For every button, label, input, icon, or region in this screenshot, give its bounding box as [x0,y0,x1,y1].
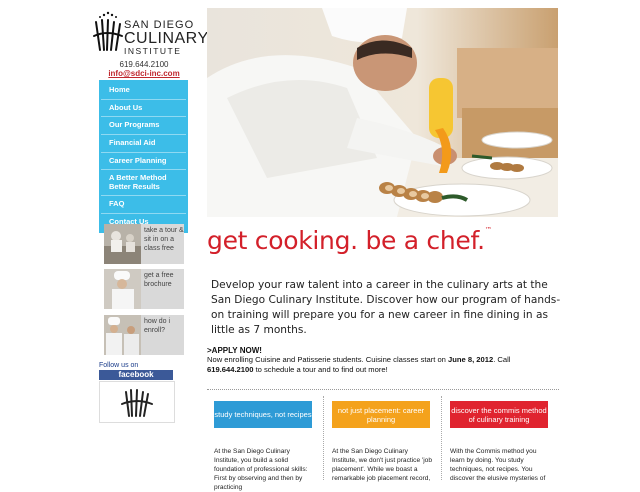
logo[interactable]: SAN DIEGO CULINARY INSTITUTE [90,8,208,60]
sidebar-nav: Home About Us Our Programs Financial Aid… [99,80,188,233]
tagline: get cooking. be a chef.™ [207,226,492,255]
nav-item-better-method[interactable]: A Better Method Better Results [101,170,186,197]
chef-logo-icon [93,11,123,51]
email-link[interactable]: info@sdci-inc.com [100,69,188,78]
facebook-link[interactable]: facebook [99,370,173,380]
promo-tour[interactable]: take a tour & sit in on a class free [104,224,184,264]
enrollment-text: Now enrolling Cuisine and Patisserie stu… [207,355,557,375]
study-techniques-button[interactable]: study techniques, not recipes [214,401,312,428]
class-start-date: June 8, 2012 [448,355,494,364]
commis-method-text: With the Commis method you learn by doin… [450,448,546,482]
nav-item-about-us[interactable]: About Us [101,100,186,118]
enroll-text-mid: . Call [493,355,511,364]
enroll-phone: 619.644.2100 [207,365,254,374]
promo-brochure[interactable]: get a free brochure [104,269,184,309]
promo-enroll[interactable]: how do i enroll? [104,315,184,355]
promo-enroll-label: how do i enroll? [144,318,171,334]
enroll-text-before: Now enrolling Cuisine and Patisserie stu… [207,355,449,364]
column-divider [441,396,442,480]
apply-now-heading[interactable]: >APPLY NOW! [207,346,262,355]
chef-brochure-thumbnail [104,269,141,309]
logo-wordmark: SAN DIEGO CULINARY INSTITUTE [124,20,209,56]
chef-plating-photo [207,8,558,217]
intro-paragraph: Develop your raw talent into a career in… [211,279,561,336]
career-planning-button[interactable]: not just placement: career planning [332,401,430,428]
promo-brochure-label: get a free brochure [144,272,174,288]
section-divider [207,389,559,390]
nav-item-career-planning[interactable]: Career Planning [101,153,186,171]
nav-item-financial-aid[interactable]: Financial Aid [101,135,186,153]
enroll-text-after: to schedule a tour and to find out more! [253,365,388,374]
column-divider [323,396,324,480]
chef-logo-icon [121,389,153,417]
phone-number: 619.644.2100 [119,60,169,69]
kitchen-class-thumbnail [104,224,141,264]
commis-method-button[interactable]: discover the commis method of culinary t… [450,401,548,428]
logo-line-2: CULINARY [124,30,209,47]
study-techniques-text: At the San Diego Culinary Institute, you… [214,448,308,491]
nav-item-our-programs[interactable]: Our Programs [101,117,186,135]
chef-enroll-thumbnail [104,315,141,355]
follow-us-label: Follow us on [99,362,139,369]
trademark-symbol: ™ [484,226,492,234]
logo-line-3: INSTITUTE [124,46,182,56]
promo-tour-label: take a tour & sit in on a class free [144,227,184,252]
hero-image [207,8,558,217]
career-planning-text: At the San Diego Culinary Institute, we … [332,448,433,482]
nav-item-faq[interactable]: FAQ [101,196,186,214]
tagline-text: get cooking. be a chef. [207,226,485,255]
nav-item-home[interactable]: Home [101,82,186,100]
facebook-page-logo[interactable] [99,381,175,423]
